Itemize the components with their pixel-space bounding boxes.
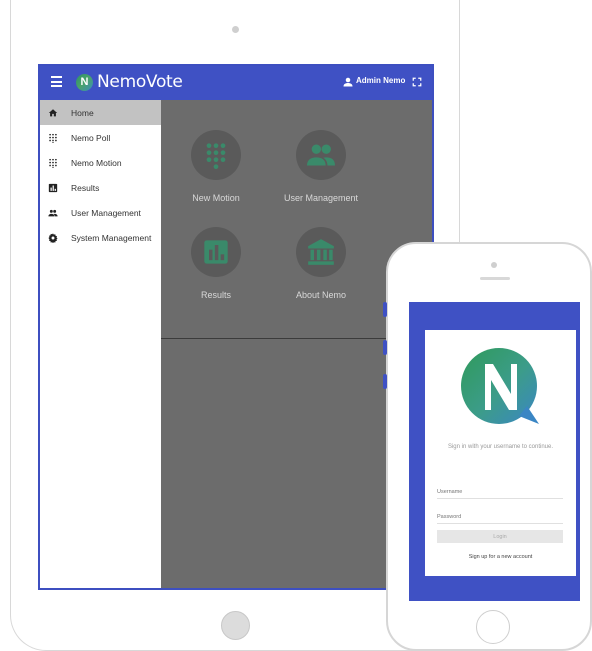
tablet-camera [232,26,239,33]
tablet-screen: N NemoVote Admin Nemo Home Nemo Poll Nem… [38,64,434,590]
nemovote-logo-icon: N [76,74,93,91]
home-icon [48,108,58,118]
phone-screen: Sign in with your username to continue. … [409,302,580,601]
login-card: Sign in with your username to continue. … [425,330,576,576]
sidebar-item-system-management[interactable]: System Management [40,225,161,250]
nemovote-logo-icon [461,348,539,424]
app-bar: N NemoVote Admin Nemo [40,66,432,100]
signup-link[interactable]: Sign up for a new account [425,554,576,560]
tablet-home-button [221,611,250,640]
tile-results[interactable]: Results [161,227,271,300]
tile-user-management[interactable]: User Management [266,130,376,203]
bar-chart-icon [204,240,228,264]
sidebar-item-home[interactable]: Home [40,100,161,125]
sidebar: Home Nemo Poll Nemo Motion Results User … [40,100,161,588]
username-field[interactable] [437,487,563,497]
phone-side-button [383,340,387,355]
dialpad-icon [206,143,226,169]
sidebar-item-nemo-motion[interactable]: Nemo Motion [40,150,161,175]
sidebar-item-label: Home [71,107,94,118]
sidebar-item-results[interactable]: Results [40,175,161,200]
phone-side-button [383,302,387,317]
sidebar-item-label: System Management [71,232,152,243]
user-name-label[interactable]: Admin Nemo [356,76,405,85]
phone-device: Sign in with your username to continue. … [383,242,592,651]
sidebar-item-label: Nemo Motion [71,157,122,168]
account-icon[interactable] [342,76,354,88]
group-icon [307,144,335,166]
bank-icon [308,239,334,265]
sidebar-item-label: Nemo Poll [71,132,111,143]
sidebar-item-nemo-poll[interactable]: Nemo Poll [40,125,161,150]
password-field[interactable] [437,512,563,522]
sidebar-item-label: Results [71,182,100,193]
sidebar-item-user-management[interactable]: User Management [40,200,161,225]
menu-icon[interactable] [51,76,62,88]
tile-label: User Management [283,193,359,203]
tile-new-motion[interactable]: New Motion [161,130,271,203]
login-prompt: Sign in with your username to continue. [447,444,554,450]
username-field-wrapper [437,480,563,499]
phone-home-button [476,610,510,644]
brand-title: NemoVote [97,72,183,92]
gear-icon [48,232,58,243]
tile-label: About Nemo [295,290,347,300]
group-icon [48,208,58,218]
phone-side-button [383,374,387,389]
dialpad-icon [48,133,58,143]
dialpad-icon [48,158,58,168]
tile-label: New Motion [192,193,240,203]
tile-label: Results [200,290,231,300]
password-field-wrapper [437,505,563,524]
phone-camera [491,262,497,268]
bar-chart-icon [48,183,58,193]
phone-speaker [480,277,510,280]
tile-about-nemo[interactable]: About Nemo [266,227,376,300]
login-button[interactable]: Login [437,530,563,543]
sidebar-item-label: User Management [71,207,141,218]
fullscreen-icon[interactable] [412,77,422,87]
